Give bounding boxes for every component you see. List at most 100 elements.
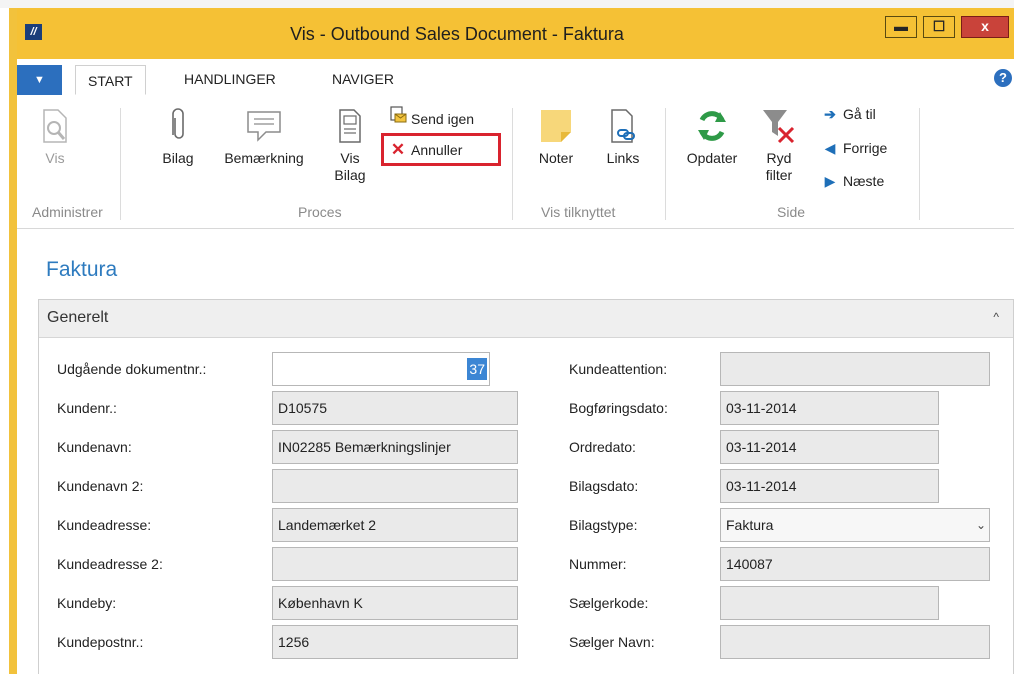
kundeattention-field[interactable] <box>720 352 990 386</box>
forrige-button[interactable]: ◀ Forrige <box>821 140 888 157</box>
group-separator <box>120 108 121 220</box>
window-frame-left <box>9 8 17 674</box>
kundenavn-field[interactable]: IN02285 Bemærkningslinjer <box>272 430 518 464</box>
selected-value: 37 <box>467 358 487 380</box>
close-button[interactable]: x <box>961 16 1009 38</box>
naeste-label: Næste <box>843 173 885 189</box>
label-nummer: Nummer: <box>569 556 627 572</box>
vis-bilag-label-1: Vis <box>340 150 360 166</box>
fasttab-label: Generelt <box>47 309 109 326</box>
vis-bilag-label-2: Bilag <box>334 167 366 183</box>
bilag-label: Bilag <box>162 150 194 166</box>
fasttab-generelt: Generelt ^ Udgående dokumentnr.: 37 Kund… <box>38 299 1014 674</box>
saelger-navn-field[interactable] <box>720 625 990 659</box>
link-document-icon <box>611 109 635 143</box>
label-kundenavn-2: Kundenavn 2: <box>57 478 144 494</box>
noter-button[interactable]: Noter <box>532 108 580 167</box>
ga-til-label: Gå til <box>843 106 876 122</box>
nummer-field[interactable]: 140087 <box>720 547 990 581</box>
label-bogfoeringsdato: Bogføringsdato: <box>569 400 668 416</box>
kundenr-field[interactable]: D10575 <box>272 391 518 425</box>
group-separator <box>665 108 666 220</box>
triangle-right-icon: ▶ <box>824 173 836 189</box>
label-bilagstype: Bilagstype: <box>569 517 638 533</box>
links-label: Links <box>606 150 640 166</box>
document-icon <box>339 109 361 143</box>
naeste-button[interactable]: ▶ Næste <box>821 173 885 190</box>
label-kundenavn: Kundenavn: <box>57 439 132 455</box>
paperclip-icon <box>172 108 184 139</box>
opdater-button[interactable]: Opdater <box>677 108 747 167</box>
highlight-box <box>381 133 501 166</box>
clear-filter-icon <box>763 110 795 144</box>
label-kundeby: Kundeby: <box>57 595 117 611</box>
links-button[interactable]: Links <box>601 108 645 167</box>
ribbon: Vis Bilag Bemærkning Vis Bilag Send igen… <box>17 98 1014 229</box>
title-bar: // Vis - Outbound Sales Document - Faktu… <box>17 8 1014 59</box>
tab-start[interactable]: START <box>75 65 146 95</box>
minimize-button[interactable]: ▬ <box>885 16 917 38</box>
label-ordredato: Ordredato: <box>569 439 636 455</box>
noter-label: Noter <box>538 150 574 166</box>
saelgerkode-field[interactable] <box>720 586 939 620</box>
bogfoeringsdato-field[interactable]: 03-11-2014 <box>720 391 939 425</box>
ribbon-tab-row: ▼ START HANDLINGER NAVIGER ? <box>17 59 1014 99</box>
bilagstype-value: Faktura <box>726 517 774 533</box>
label-kundeadresse-2: Kundeadresse 2: <box>57 556 163 572</box>
page-title: Faktura <box>46 258 118 281</box>
ryd-filter-button[interactable]: Ryd filter <box>757 108 801 184</box>
refresh-icon <box>698 111 726 141</box>
comment-icon <box>247 111 281 142</box>
vis-label: Vis <box>45 150 65 166</box>
bemaerkning-label: Bemærkning <box>224 150 304 166</box>
maximize-button[interactable]: ☐ <box>923 16 955 38</box>
send-mail-icon <box>389 106 407 127</box>
vis-bilag-button[interactable]: Vis Bilag <box>330 108 370 184</box>
send-igen-button[interactable]: Send igen <box>389 106 474 127</box>
background-strip <box>0 0 1014 8</box>
triangle-left-icon: ◀ <box>824 140 836 156</box>
fasttab-header[interactable]: Generelt ^ <box>39 300 1013 338</box>
note-icon <box>541 110 571 142</box>
arrow-right-icon: ➔ <box>824 106 836 122</box>
kundeby-field[interactable]: København K <box>272 586 518 620</box>
group-separator <box>919 108 920 220</box>
label-udgaaende-dokumentnr: Udgående dokumentnr.: <box>57 361 207 377</box>
label-kundeattention: Kundeattention: <box>569 361 668 377</box>
udgaaende-dokumentnr-field[interactable]: 37 <box>272 352 490 386</box>
label-saelger-navn: Sælger Navn: <box>569 634 655 650</box>
ryd-filter-label-1: Ryd <box>766 150 792 166</box>
chevron-up-icon[interactable]: ^ <box>993 310 999 324</box>
group-label-vis-tilknyttet: Vis tilknyttet <box>541 204 616 220</box>
ryd-filter-label-2: filter <box>765 167 793 183</box>
tab-handlinger[interactable]: HANDLINGER <box>184 71 276 87</box>
ga-til-button[interactable]: ➔ Gå til <box>821 106 876 123</box>
bilag-button[interactable]: Bilag <box>155 108 201 167</box>
tab-naviger[interactable]: NAVIGER <box>332 71 394 87</box>
label-bilagsdato: Bilagsdato: <box>569 478 639 494</box>
ordredato-field[interactable]: 03-11-2014 <box>720 430 939 464</box>
magnifier-document-icon <box>43 109 67 143</box>
bilagsdato-field[interactable]: 03-11-2014 <box>720 469 939 503</box>
file-menu-button[interactable]: ▼ <box>17 65 62 95</box>
kundenavn-2-field[interactable] <box>272 469 518 503</box>
label-saelgerkode: Sælgerkode: <box>569 595 649 611</box>
opdater-label: Opdater <box>686 150 738 166</box>
label-kundeadresse: Kundeadresse: <box>57 517 152 533</box>
chevron-down-icon[interactable]: ⌄ <box>976 509 986 541</box>
window-title: Vis - Outbound Sales Document - Faktura <box>290 24 624 44</box>
bemaerkning-button[interactable]: Bemærkning <box>212 108 316 167</box>
group-label-side: Side <box>777 204 806 220</box>
group-label-proces: Proces <box>298 204 342 220</box>
help-icon[interactable]: ? <box>994 69 1012 87</box>
label-kundepostnr: Kundepostnr.: <box>57 634 144 650</box>
group-label-administrer: Administrer <box>32 204 103 220</box>
group-separator <box>512 108 513 220</box>
kundeadresse-2-field[interactable] <box>272 547 518 581</box>
kundeadresse-field[interactable]: Landemærket 2 <box>272 508 518 542</box>
forrige-label: Forrige <box>843 140 888 156</box>
kundepostnr-field[interactable]: 1256 <box>272 625 518 659</box>
bilagstype-select[interactable]: Faktura ⌄ <box>720 508 990 542</box>
vis-button[interactable]: Vis <box>35 108 75 167</box>
label-kundenr: Kundenr.: <box>57 400 117 416</box>
